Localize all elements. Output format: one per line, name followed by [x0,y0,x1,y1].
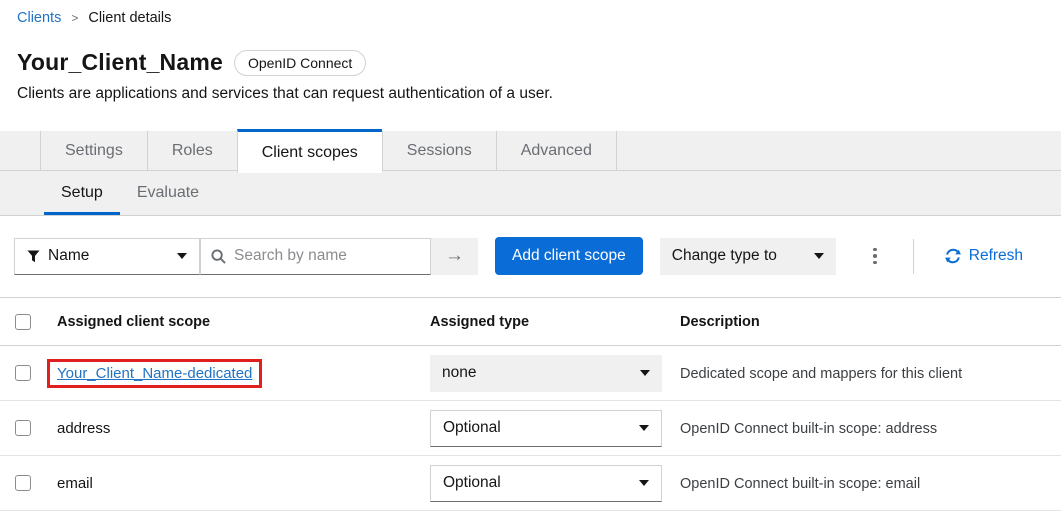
breadcrumb: Clients > Client details [0,0,1061,26]
scope-description: Dedicated scope and mappers for this cli… [680,366,962,382]
table-row: address Optional OpenID Connect built-in… [0,401,1061,456]
client-scopes-table: Assigned client scope Assigned type Desc… [0,297,1061,511]
select-all-checkbox[interactable] [15,314,31,330]
refresh-label: Refresh [969,247,1023,265]
column-header-description: Description [680,298,1061,346]
chevron-down-icon [639,480,649,486]
chevron-down-icon [639,425,649,431]
column-header-assigned-client-scope: Assigned client scope [57,298,430,346]
assigned-type-value: none [442,364,476,382]
search-group: → [200,238,478,275]
search-box [200,238,431,275]
highlight-annotation-box: Your_Client_Name-dedicated [47,359,262,388]
column-header-assigned-type: Assigned type [430,298,680,346]
chevron-down-icon [640,370,650,376]
scope-description: OpenID Connect built-in scope: address [680,421,937,437]
page-title: Your_Client_Name [17,49,223,76]
kebab-menu-button[interactable] [862,238,888,275]
subtab-evaluate[interactable]: Evaluate [120,171,216,215]
change-type-dropdown[interactable]: Change type to [660,238,836,275]
assigned-type-value: Optional [443,419,501,437]
table-row: Your_Client_Name-dedicated none Dedicate… [0,346,1061,401]
search-input[interactable] [234,247,420,265]
table-header-row: Assigned client scope Assigned type Desc… [0,298,1061,346]
breadcrumb-current: Client details [88,10,171,26]
kebab-menu-icon [873,248,877,252]
assigned-type-value: Optional [443,474,501,492]
tab-advanced[interactable]: Advanced [496,131,617,170]
arrow-right-icon: → [445,245,464,267]
tab-client-scopes[interactable]: Client scopes [237,129,382,173]
page-header: Your_Client_Name OpenID Connect Clients … [0,49,1061,103]
scope-name: email [57,475,93,492]
subtab-setup[interactable]: Setup [44,171,120,215]
search-submit-button[interactable]: → [431,238,478,275]
chevron-down-icon [814,253,824,259]
scope-description: OpenID Connect built-in scope: email [680,476,920,492]
filter-type-label: Name [48,247,89,265]
breadcrumb-link-clients[interactable]: Clients [17,10,61,26]
assigned-type-select[interactable]: none [430,355,662,392]
protocol-badge: OpenID Connect [234,50,366,76]
page-subtitle: Clients are applications and services th… [17,85,1044,103]
refresh-button[interactable]: Refresh [945,247,1023,265]
tab-roles[interactable]: Roles [147,131,237,170]
assigned-type-select[interactable]: Optional [430,410,662,447]
secondary-tab-bar: Setup Evaluate [0,171,1061,216]
scope-name: address [57,420,110,437]
toolbar: Name → Add client scope Change type to R… [0,216,1061,297]
chevron-down-icon [177,253,187,259]
primary-tab-bar: Settings Roles Client scopes Sessions Ad… [0,131,1061,171]
table-row: email Optional OpenID Connect built-in s… [0,456,1061,511]
breadcrumb-separator-icon: > [71,11,78,25]
dedicated-scope-link[interactable]: Your_Client_Name-dedicated [57,365,252,382]
add-client-scope-button[interactable]: Add client scope [495,237,643,275]
filter-type-select[interactable]: Name [14,238,200,275]
filter-icon [27,250,40,263]
row-checkbox[interactable] [15,365,31,381]
assigned-type-select[interactable]: Optional [430,465,662,502]
row-checkbox[interactable] [15,420,31,436]
change-type-label: Change type to [672,247,777,265]
row-checkbox[interactable] [15,475,31,491]
refresh-icon [945,248,961,264]
toolbar-divider [913,239,914,274]
tab-settings[interactable]: Settings [40,131,147,170]
search-icon [211,249,226,264]
tab-sessions[interactable]: Sessions [382,131,496,170]
